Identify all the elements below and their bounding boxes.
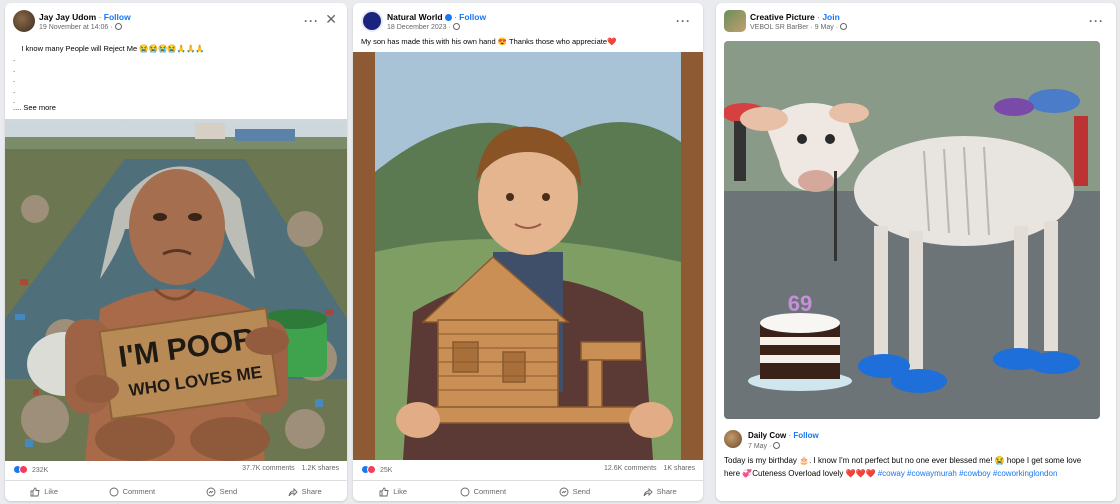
group-name[interactable]: Creative Picture <box>750 12 815 22</box>
embedded-follow-button[interactable]: Follow <box>793 431 818 440</box>
share-count[interactable]: 1K shares <box>663 465 695 472</box>
send-button[interactable]: Send <box>206 487 237 497</box>
embedded-post: Daily Cow · Follow 7 May · Today is my b… <box>724 423 1092 493</box>
post-image[interactable]: 69 <box>724 41 1100 419</box>
post-card-3: Creative Picture · Join VEBOL SR BarBer … <box>716 3 1116 501</box>
share-count[interactable]: 1.2K shares <box>302 465 339 472</box>
post-caption: My son has made this with his own hand 😍… <box>361 37 617 46</box>
author-avatar[interactable] <box>361 10 383 32</box>
old-woman-photo: I'M POOR WHO LOVES ME <box>5 119 347 461</box>
cow-birthday-photo: 69 <box>724 41 1100 419</box>
globe-icon <box>452 23 460 30</box>
post-author-date[interactable]: VEBOL SR BarBer · 9 May · <box>750 24 838 31</box>
embedded-post-text: Today is my birthday 🎂. I know I'm not p… <box>724 456 1082 478</box>
embedded-post-date[interactable]: 7 May · <box>748 443 771 450</box>
reaction-count: 25K <box>379 467 393 474</box>
author-name[interactable]: Natural World <box>387 12 443 22</box>
like-button[interactable]: Like <box>379 487 407 497</box>
love-reaction-icon <box>19 465 28 474</box>
globe-icon <box>840 23 848 30</box>
reaction-summary[interactable]: 232K <box>13 465 48 474</box>
share-button[interactable]: Share <box>643 487 677 497</box>
post-card-1: Jay Jay Udom · Follow 19 November at 14:… <box>5 3 347 501</box>
post-date[interactable]: 18 December 2023 · <box>387 24 451 31</box>
join-button[interactable]: Join <box>822 12 839 22</box>
author-avatar[interactable] <box>13 10 35 32</box>
cake-topper-number: 69 <box>788 291 812 316</box>
embedded-author-name[interactable]: Daily Cow <box>748 431 786 440</box>
post-header: Creative Picture · Join VEBOL SR BarBer … <box>724 10 1108 36</box>
close-icon[interactable]: ✕ <box>325 11 337 28</box>
reaction-count: 232K <box>31 467 49 474</box>
boy-with-wooden-house-photo <box>353 52 703 460</box>
embedded-author-avatar[interactable] <box>724 430 742 448</box>
hashtag-link[interactable]: #coway <box>878 469 905 478</box>
send-button[interactable]: Send <box>559 487 590 497</box>
globe-icon <box>773 442 781 449</box>
share-button[interactable]: Share <box>288 487 322 497</box>
reaction-summary[interactable]: 25K <box>361 465 392 474</box>
post-image[interactable]: I'M POOR WHO LOVES ME <box>5 119 347 461</box>
more-options-icon[interactable]: ··· <box>304 14 319 28</box>
follow-button[interactable]: Follow <box>459 12 486 22</box>
post-caption: I know many People will Reject Me 😭😭😭😭🙏🙏… <box>13 43 205 106</box>
author-name[interactable]: Jay Jay Udom <box>39 12 96 22</box>
follow-button[interactable]: Follow <box>104 12 131 22</box>
see-more-link[interactable]: .... See more <box>13 103 56 114</box>
thumbs-up-icon <box>30 487 40 497</box>
comment-icon <box>460 487 470 497</box>
share-arrow-icon <box>643 487 653 497</box>
messenger-icon <box>559 487 569 497</box>
share-arrow-icon <box>288 487 298 497</box>
messenger-icon <box>206 487 216 497</box>
comment-button[interactable]: Comment <box>109 487 155 497</box>
post-date[interactable]: 19 November at 14:06 · <box>39 24 113 31</box>
comment-button[interactable]: Comment <box>460 487 506 497</box>
group-avatar[interactable] <box>724 10 746 32</box>
comment-icon <box>109 487 119 497</box>
thumbs-up-icon <box>379 487 389 497</box>
more-options-icon[interactable]: ··· <box>676 14 691 28</box>
hashtag-link[interactable]: #cowboy <box>959 469 991 478</box>
like-button[interactable]: Like <box>30 487 58 497</box>
comment-count[interactable]: 12.6K comments <box>604 465 657 472</box>
love-reaction-icon <box>367 465 376 474</box>
hashtag-link[interactable]: #cowaymurah <box>907 469 957 478</box>
verified-badge-icon <box>444 14 452 21</box>
action-bar: Like Comment Send Share <box>353 480 703 501</box>
post-image[interactable] <box>353 52 703 460</box>
post-header: Natural World · Follow 18 December 2023 … <box>361 10 695 36</box>
hashtag-link[interactable]: #coworkinglondon <box>993 469 1058 478</box>
more-options-icon[interactable]: ··· <box>1089 14 1104 28</box>
comment-count[interactable]: 37.7K comments <box>242 465 295 472</box>
post-card-2: Natural World · Follow 18 December 2023 … <box>353 3 703 501</box>
action-bar: Like Comment Send Share <box>5 480 347 501</box>
globe-icon <box>114 23 122 30</box>
